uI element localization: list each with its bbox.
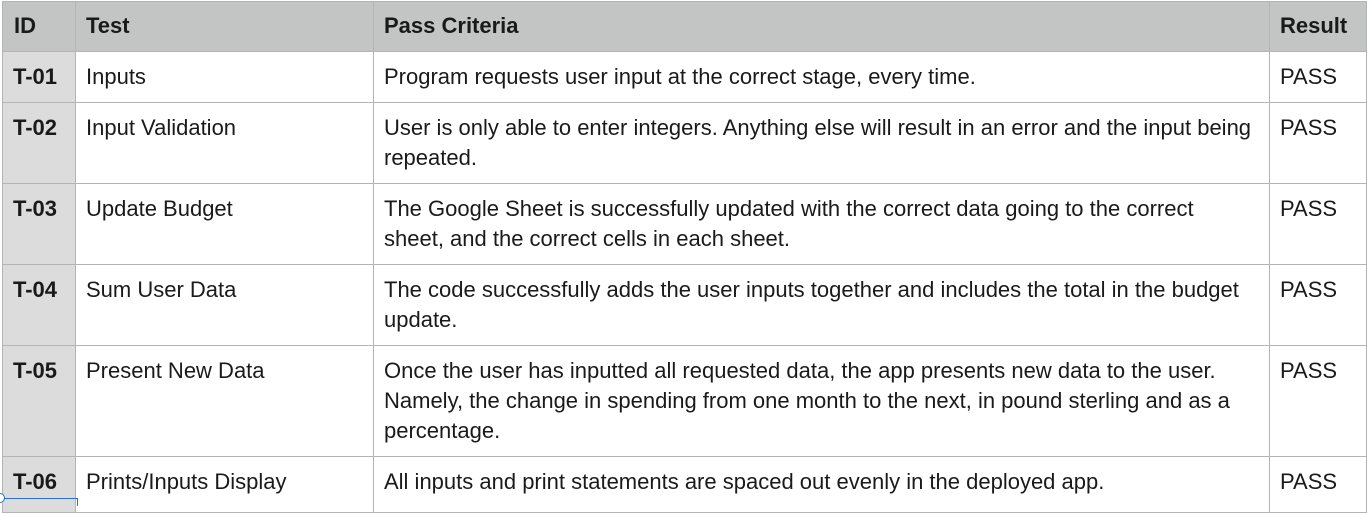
cell-selection-outline bbox=[0, 498, 78, 506]
cell-criteria[interactable]: Program requests user input at the corre… bbox=[373, 51, 1270, 103]
test-results-table: ID Test Pass Criteria Result T-01 Inputs… bbox=[2, 1, 1367, 513]
cell-result[interactable]: PASS bbox=[1269, 345, 1367, 457]
header-cell-criteria[interactable]: Pass Criteria bbox=[373, 1, 1270, 52]
cell-result[interactable]: PASS bbox=[1269, 264, 1367, 346]
cell-result[interactable]: PASS bbox=[1269, 456, 1367, 513]
cell-test[interactable]: Present New Data bbox=[75, 345, 374, 457]
table-row: T-06 Prints/Inputs Display All inputs an… bbox=[2, 456, 1367, 513]
header-row: ID Test Pass Criteria Result bbox=[2, 1, 1367, 52]
cell-id[interactable]: T-01 bbox=[2, 51, 76, 103]
cell-result[interactable]: PASS bbox=[1269, 183, 1367, 265]
table-row: T-05 Present New Data Once the user has … bbox=[2, 345, 1367, 457]
cell-id[interactable]: T-04 bbox=[2, 264, 76, 346]
cell-criteria[interactable]: User is only able to enter integers. Any… bbox=[373, 102, 1270, 184]
cell-test[interactable]: Update Budget bbox=[75, 183, 374, 265]
header-cell-test[interactable]: Test bbox=[75, 1, 374, 52]
cell-test[interactable]: Inputs bbox=[75, 51, 374, 103]
header-cell-id[interactable]: ID bbox=[2, 1, 76, 52]
cell-criteria[interactable]: Once the user has inputted all requested… bbox=[373, 345, 1270, 457]
cell-test[interactable]: Input Validation bbox=[75, 102, 374, 184]
cell-result[interactable]: PASS bbox=[1269, 51, 1367, 103]
cell-id[interactable]: T-03 bbox=[2, 183, 76, 265]
cell-test[interactable]: Sum User Data bbox=[75, 264, 374, 346]
cell-id[interactable]: T-02 bbox=[2, 102, 76, 184]
cell-criteria[interactable]: The Google Sheet is successfully updated… bbox=[373, 183, 1270, 265]
cell-result[interactable]: PASS bbox=[1269, 102, 1367, 184]
table-row: T-03 Update Budget The Google Sheet is s… bbox=[2, 183, 1367, 265]
cell-criteria[interactable]: All inputs and print statements are spac… bbox=[373, 456, 1270, 513]
table-row: T-01 Inputs Program requests user input … bbox=[2, 51, 1367, 103]
table-row: T-02 Input Validation User is only able … bbox=[2, 102, 1367, 184]
cell-criteria[interactable]: The code successfully adds the user inpu… bbox=[373, 264, 1270, 346]
table-row: T-04 Sum User Data The code successfully… bbox=[2, 264, 1367, 346]
header-cell-result[interactable]: Result bbox=[1269, 1, 1367, 52]
cell-test[interactable]: Prints/Inputs Display bbox=[75, 456, 374, 513]
cell-id[interactable]: T-05 bbox=[2, 345, 76, 457]
